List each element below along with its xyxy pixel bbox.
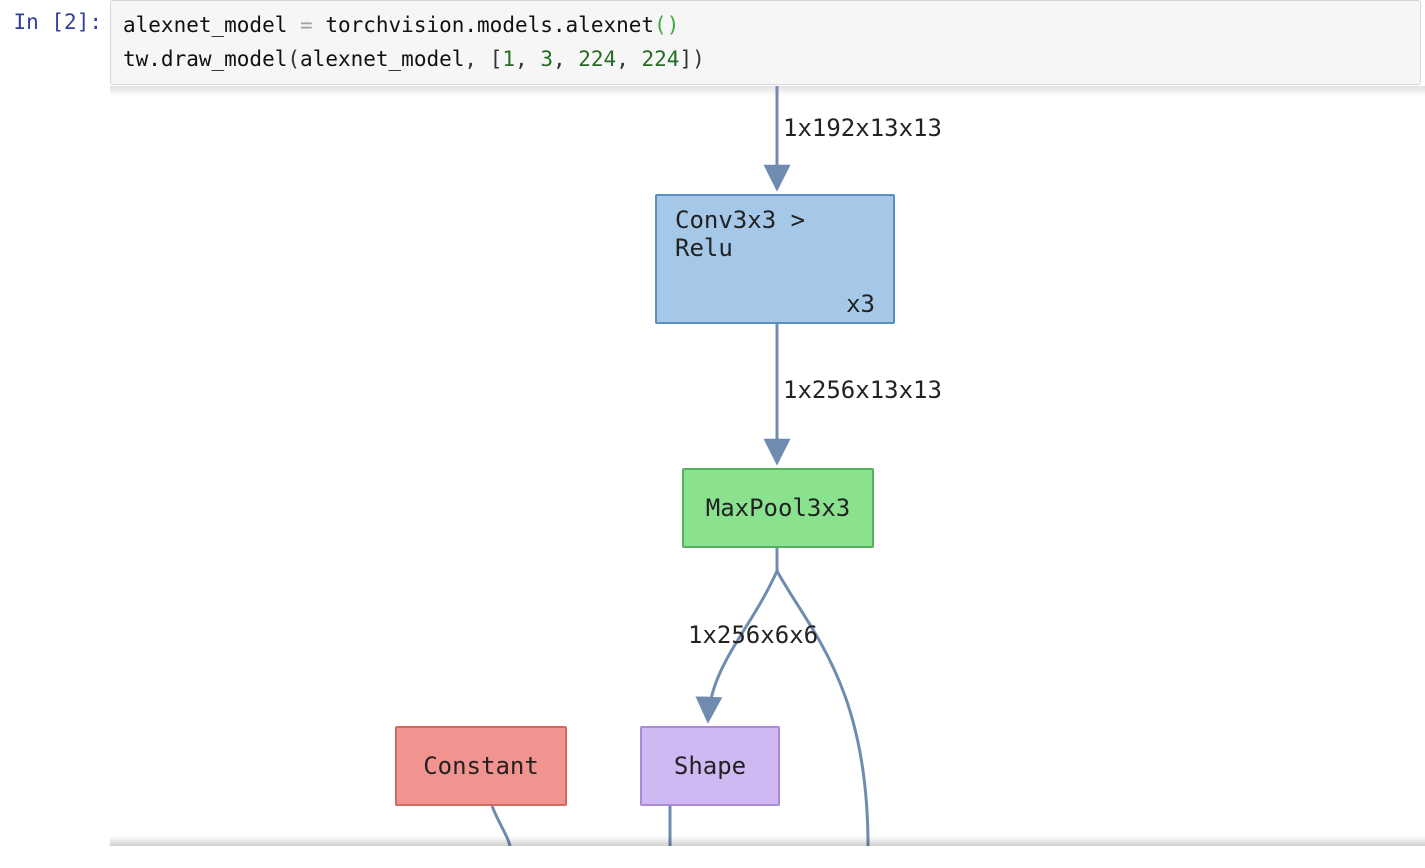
code-token: [ xyxy=(490,47,503,71)
graph-node-shape[interactable]: Shape xyxy=(640,726,780,806)
prompt-colon: : xyxy=(89,10,102,34)
output-graph-area[interactable]: 1x192x13x13 1x256x13x13 1x256x6x6 Conv3x… xyxy=(110,86,1425,846)
node-label: Shape xyxy=(674,752,746,780)
code-token: 224 xyxy=(578,47,616,71)
prompt-exec-count: 2 xyxy=(64,10,77,34)
edge-label: 1x256x13x13 xyxy=(783,376,942,404)
prompt-open-bracket: [ xyxy=(51,10,64,34)
prompt-close-bracket: ] xyxy=(77,10,90,34)
code-token: torchvision.models.alexnet xyxy=(325,13,654,37)
node-label: Conv3x3 > Relu xyxy=(675,206,875,262)
code-token: 224 xyxy=(642,47,680,71)
code-token: ) xyxy=(667,13,680,37)
code-token: , xyxy=(553,47,578,71)
code-token: ( xyxy=(287,47,300,71)
notebook-input-cell: In [2]: alexnet_model = torchvision.mode… xyxy=(0,0,1425,86)
code-token: 1 xyxy=(502,47,515,71)
graph-node-constant[interactable]: Constant xyxy=(395,726,567,806)
edge-label: 1x192x13x13 xyxy=(783,114,942,142)
code-token: , xyxy=(616,47,641,71)
code-token: ] xyxy=(679,47,692,71)
edge-label: 1x256x6x6 xyxy=(688,621,818,649)
code-token: alexnet_model xyxy=(300,47,464,71)
graph-node-conv-relu[interactable]: Conv3x3 > Relu x3 xyxy=(655,194,895,324)
code-token: alexnet_model xyxy=(123,13,287,37)
graph-node-maxpool[interactable]: MaxPool3x3 xyxy=(682,468,874,548)
code-token: = xyxy=(287,13,325,37)
node-label: MaxPool3x3 xyxy=(706,494,851,522)
input-prompt: In [2]: xyxy=(0,0,110,85)
node-multiplier: x3 xyxy=(675,290,875,318)
code-token: 3 xyxy=(540,47,553,71)
code-token: , xyxy=(515,47,540,71)
code-token: ( xyxy=(654,13,667,37)
code-token: tw.draw_model xyxy=(123,47,287,71)
prompt-prefix: In xyxy=(13,10,51,34)
node-label: Constant xyxy=(423,752,539,780)
code-token: , xyxy=(464,47,489,71)
code-editor[interactable]: alexnet_model = torchvision.models.alexn… xyxy=(110,0,1421,85)
code-token: ) xyxy=(692,47,705,71)
